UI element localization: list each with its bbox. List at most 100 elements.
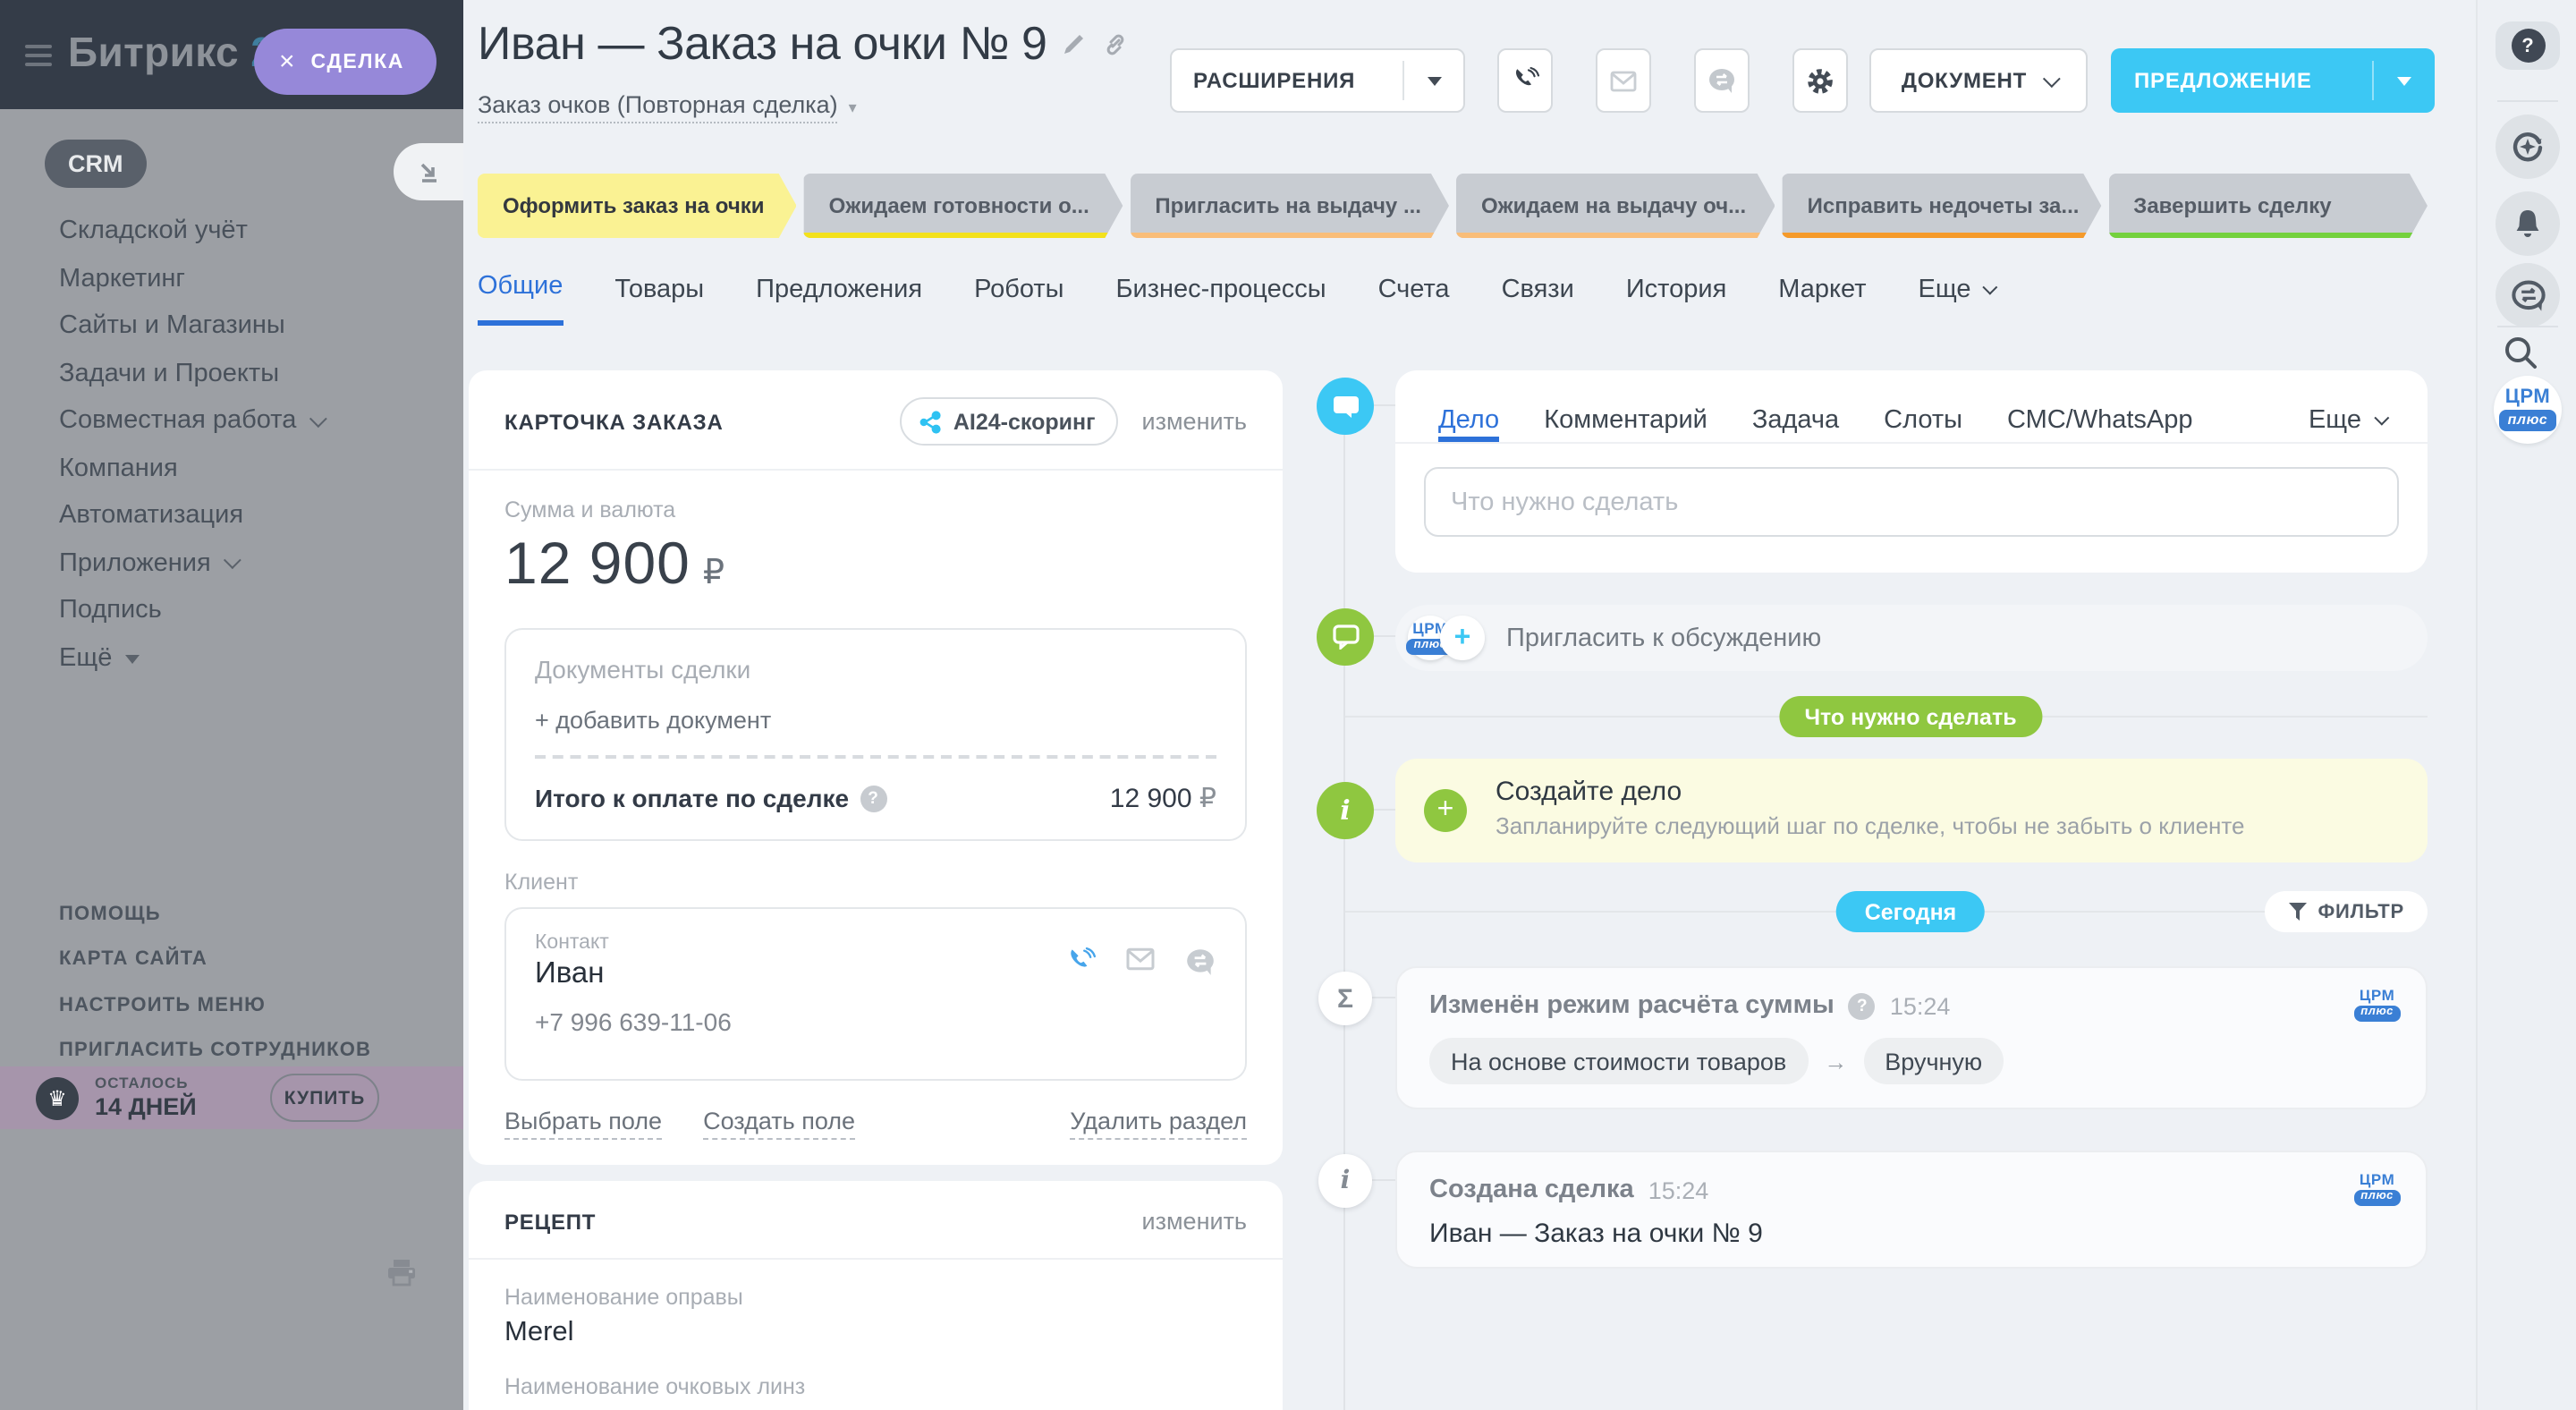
frame-name-value[interactable]: Merel [504,1317,1247,1349]
ai-scoring-badge[interactable]: AI24-скоринг [900,397,1119,446]
help-question-icon[interactable]: ? [860,785,886,811]
email-button[interactable] [1596,48,1651,113]
timeline-composer-panel: Дело Комментарий Задача Слоты СМС/WhatsA… [1395,370,2428,573]
open-lines-button[interactable] [1694,48,1750,113]
filter-button[interactable]: ФИЛЬТР [2264,891,2428,932]
deal-entity-badge[interactable]: × СДЕЛКА [254,29,436,95]
sidebar-link-configure-menu[interactable]: НАСТРОИТЬ МЕНЮ [59,982,371,1028]
sidebar-item-tasks[interactable]: Задачи и Проекты [59,350,321,397]
tab-invoices[interactable]: Счета [1378,272,1450,326]
order-card-edit-link[interactable]: изменить [1142,408,1247,435]
sidebar-item-automation[interactable]: Автоматизация [59,492,321,539]
stage-awaiting-pickup[interactable]: Ожидаем на выдачу оч... [1456,174,1775,238]
add-document-link[interactable]: + добавить документ [535,707,1216,734]
contact-phone[interactable]: +7 996 639-11-06 [535,1007,1216,1036]
sidebar-item-warehouse[interactable]: Складской учёт [59,208,321,255]
create-activity-hint-card[interactable]: + Создайте дело Запланируйте следующий ш… [1395,759,2428,862]
stage-close-deal[interactable]: Завершить сделку [2108,174,2428,238]
tab-slots[interactable]: Слоты [1884,397,1962,442]
chevron-down-icon [309,410,326,428]
molecule-icon [918,409,943,434]
discussion-node-icon [1317,608,1374,666]
total-label: Итого к оплате по сделке ? [535,784,886,812]
stage-awaiting-readiness[interactable]: Ожидаем готовности о... [804,174,1123,238]
license-banner: ♛ ОСТАЛОСЬ 14 ДНЕЙ КУПИТЬ [0,1066,463,1129]
tab-business-processes[interactable]: Бизнес-процессы [1116,272,1326,326]
create-field-link[interactable]: Создать поле [703,1108,855,1140]
crm-plus-button[interactable]: ЦРМплюс [2494,376,2562,444]
document-button[interactable]: ДОКУМЕНТ [1869,48,2088,113]
phone-icon[interactable] [1066,947,1097,977]
todo-input[interactable] [1424,467,2399,537]
deal-amount[interactable]: 12 900 [504,530,691,598]
choose-field-link[interactable]: Выбрать поле [504,1108,662,1140]
proposal-button[interactable]: ПРЕДЛОЖЕНИЕ [2111,48,2435,113]
crown-icon: ♛ [36,1076,79,1119]
sidebar-item-apps[interactable]: Приложения [59,539,321,587]
edit-title-icon[interactable] [1063,32,1087,55]
sidebar-collapse-button[interactable] [394,143,463,200]
recipe-edit-link[interactable]: изменить [1142,1208,1247,1235]
messenger-button[interactable] [2496,263,2560,327]
tab-relations[interactable]: Связи [1502,272,1574,326]
help-button[interactable]: ? [2496,21,2560,70]
divider [2497,326,2558,327]
tab-products[interactable]: Товары [614,272,704,326]
search-button[interactable] [2503,335,2538,379]
order-card-panel: КАРТОЧКА ЗАКАЗА AI24-скоринг изменить Су… [469,370,1283,1165]
hamburger-menu-icon[interactable] [25,45,52,66]
documents-label: Документы сделки [535,655,1216,684]
sidebar-item-collaboration[interactable]: Совместная работа [59,397,321,445]
timeline-entry-deal-created[interactable]: Создана сделка 15:24 ЦРМплюс Иван — Зака… [1395,1151,2428,1269]
timeline-connector [1372,809,1397,811]
tab-sms-whatsapp[interactable]: СМС/WhatsApp [2007,397,2193,442]
tab-general[interactable]: Общие [478,272,563,326]
add-participant-icon[interactable]: + [1440,616,1485,660]
envelope-icon[interactable] [1125,947,1156,972]
close-icon[interactable]: × [279,48,295,75]
timeline-entry-sum-mode[interactable]: Изменён режим расчёта суммы ? 15:24 ЦРМп… [1395,966,2428,1109]
tab-timeline-more[interactable]: Еще [2309,405,2385,434]
printer-icon[interactable] [386,1258,417,1295]
sidebar-item-sites[interactable]: Сайты и Магазины [59,302,321,350]
sidebar-link-sitemap[interactable]: КАРТА САЙТА [59,937,371,982]
search-icon [2503,335,2538,370]
stage-fix-defects[interactable]: Исправить недочеты за... [1783,174,2102,238]
chat-arrows-icon[interactable] [1184,947,1216,977]
tab-activity[interactable]: Дело [1438,397,1499,442]
crm-badge[interactable]: CRM [45,140,147,188]
stage-invite-pickup[interactable]: Пригласить на выдачу ... [1130,174,1449,238]
tab-robots[interactable]: Роботы [974,272,1063,326]
today-badge[interactable]: Сегодня [1836,891,1986,932]
deal-category-selector[interactable]: Заказ очков (Повторная сделка) [478,91,838,123]
notifications-button[interactable] [2496,191,2560,256]
call-button[interactable] [1497,48,1553,113]
sidebar-item-company[interactable]: Компания [59,445,321,492]
sidebar-item-more[interactable]: Ещё [59,634,321,682]
dashed-divider [535,755,1216,759]
help-question-icon[interactable]: ? [1849,992,1876,1019]
plus-icon[interactable]: + [1424,789,1467,832]
tab-history[interactable]: История [1626,272,1726,326]
tab-comment[interactable]: Комментарий [1544,397,1707,442]
dropdown-icon[interactable] [1428,76,1442,85]
divider [469,469,1283,471]
sidebar-link-help[interactable]: ПОМОЩЬ [59,891,371,937]
tab-quotes[interactable]: Предложения [756,272,922,326]
copilot-button[interactable] [2496,115,2560,179]
extensions-button[interactable]: РАСШИРЕНИЯ [1170,48,1465,113]
copy-link-icon[interactable] [1103,31,1130,56]
settings-button[interactable] [1792,48,1848,113]
contact-name[interactable]: Иван [535,957,609,991]
buy-button[interactable]: КУПИТЬ [270,1074,379,1122]
tab-market[interactable]: Маркет [1778,272,1866,326]
stage-place-order[interactable]: Оформить заказ на очки [478,174,797,238]
currency-symbol: ₽ [703,553,724,592]
sidebar-item-signature[interactable]: Подпись [59,587,321,634]
sidebar-item-marketing[interactable]: Маркетинг [59,255,321,302]
tab-more[interactable]: Еще [1919,272,1993,326]
tab-task[interactable]: Задача [1752,397,1839,442]
dropdown-icon[interactable] [2397,76,2411,85]
delete-section-link[interactable]: Удалить раздел [1070,1108,1247,1140]
invite-to-discussion[interactable]: ЦРМплюс + Пригласить к обсуждению [1395,605,2428,671]
